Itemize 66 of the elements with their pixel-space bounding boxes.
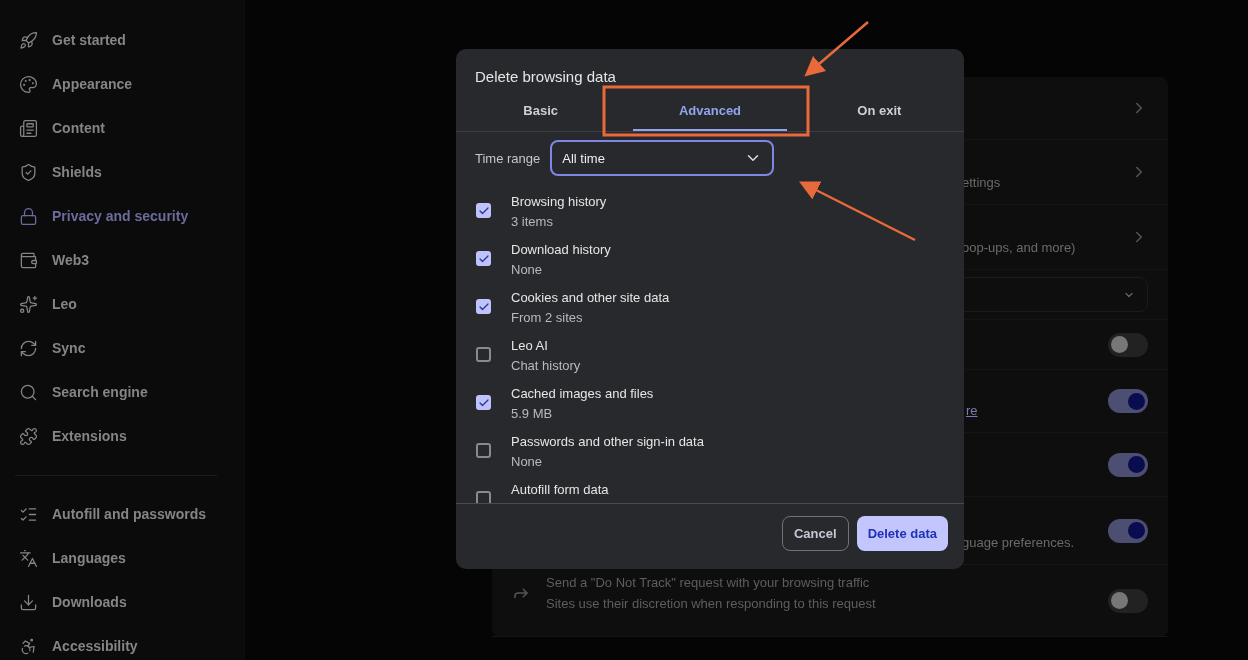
- toggle-switch[interactable]: [1108, 389, 1148, 413]
- sidebar-item[interactable]: Accessibility: [0, 624, 245, 660]
- rocket-icon: [19, 30, 38, 50]
- time-range-label: Time range: [475, 150, 541, 166]
- setting-description: oop-ups, and more): [962, 240, 1076, 257]
- checkbox[interactable]: [476, 347, 491, 362]
- sidebar-item[interactable]: Privacy and security: [0, 194, 245, 238]
- sidebar-item[interactable]: Extensions: [0, 414, 245, 458]
- accessibility-icon: [19, 636, 38, 656]
- translate-icon: [19, 548, 38, 568]
- item-detail: Chat history: [511, 358, 581, 373]
- checkbox[interactable]: [476, 443, 491, 458]
- palette-icon: [19, 74, 38, 94]
- setting-title: Send a "Do Not Track" request with your browsing traffic: [546, 575, 871, 590]
- lock-icon: [19, 206, 38, 226]
- item-detail: 5.9 MB: [511, 406, 554, 421]
- shield-icon: [19, 162, 38, 182]
- toggle-switch[interactable]: [1108, 452, 1148, 477]
- item-label: Browsing history: [511, 194, 607, 209]
- tab[interactable]: Basic: [464, 91, 618, 131]
- item-detail: From 2 sites: [511, 310, 584, 325]
- item-label: Leo AI: [511, 338, 549, 353]
- sidebar-item[interactable]: Leo: [0, 282, 245, 326]
- setting-description: Sites use their discretion when responding to this request: [546, 596, 876, 611]
- checkbox[interactable]: [476, 491, 491, 503]
- setting-description: ettings: [962, 175, 1001, 192]
- checkbox[interactable]: [476, 395, 491, 410]
- time-range-dropdown[interactable]: All time: [550, 140, 775, 176]
- item-label: Cookies and other site data: [511, 290, 670, 305]
- toggle-switch[interactable]: [1108, 588, 1148, 613]
- sparkle-icon: [19, 294, 38, 314]
- search-icon: [19, 382, 38, 402]
- learn-more-link[interactable]: re: [966, 403, 978, 432]
- checkbox[interactable]: [476, 251, 491, 266]
- newspaper-icon: [19, 118, 38, 138]
- dialog-title: Delete browsing data: [474, 67, 617, 85]
- tab[interactable]: On exit: [802, 91, 956, 131]
- download-icon: [19, 592, 38, 612]
- sidebar-item[interactable]: Languages: [0, 536, 245, 580]
- item-detail: None: [511, 262, 544, 277]
- delete-button[interactable]: Delete data: [856, 516, 948, 551]
- sidebar-item[interactable]: Sync: [0, 326, 245, 370]
- sidebar-item[interactable]: Shields: [0, 150, 245, 194]
- item-label: Download history: [511, 242, 611, 257]
- cancel-button[interactable]: Cancel: [782, 516, 849, 551]
- sync-icon: [19, 338, 38, 358]
- checkbox[interactable]: [476, 203, 491, 218]
- toggle-switch[interactable]: [1108, 518, 1148, 543]
- item-detail: None: [511, 454, 544, 469]
- sidebar-item[interactable]: Get started: [0, 18, 245, 62]
- sidebar-item[interactable]: Downloads: [0, 580, 245, 624]
- item-label: Passwords and other sign-in data: [511, 434, 704, 449]
- item-detail: 3 items: [511, 214, 554, 229]
- sidebar-item[interactable]: Autofill and passwords: [0, 492, 245, 536]
- sidebar-item[interactable]: Appearance: [0, 62, 245, 106]
- sidebar-item[interactable]: Web3: [0, 238, 245, 282]
- toggle-switch[interactable]: [1108, 332, 1148, 357]
- wallet-icon: [19, 250, 38, 270]
- sidebar-item[interactable]: Content: [0, 106, 245, 150]
- item-label: Autofill form data: [511, 482, 609, 497]
- tab[interactable]: Advanced: [633, 91, 787, 131]
- annotation-arrow: [804, 21, 869, 77]
- sidebar-item[interactable]: Search engine: [0, 370, 245, 414]
- checkbox[interactable]: [476, 299, 491, 314]
- item-label: Cached images and files: [511, 386, 654, 401]
- puzzle-icon: [19, 426, 38, 446]
